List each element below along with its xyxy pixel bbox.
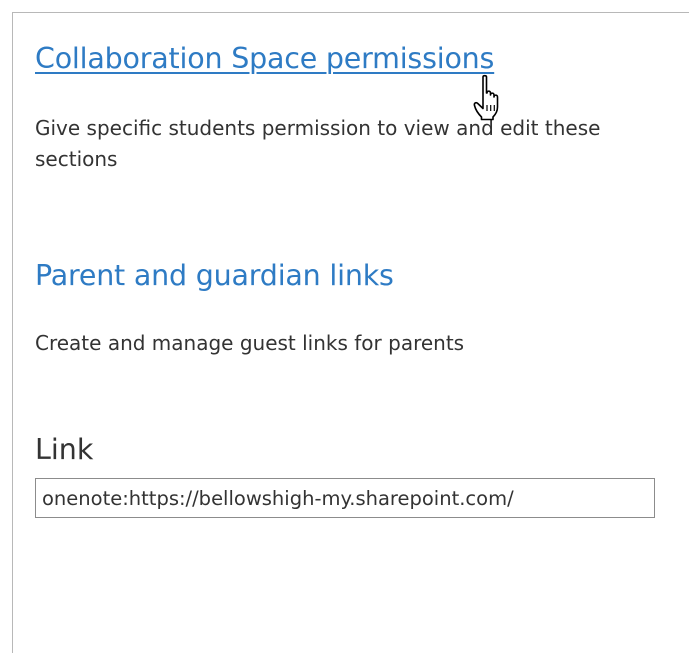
parent-guardian-links-link[interactable]: Parent and guardian links [35,261,394,291]
link-label: Link [35,433,94,466]
collaboration-space-permissions-description: Give specific students permission to vie… [35,116,601,171]
parent-guardian-links-description: Create and manage guest links for parent… [35,331,465,355]
link-url-input[interactable] [36,479,654,517]
hand-pointer-icon [473,74,499,121]
link-field[interactable] [35,478,655,518]
collaboration-space-permissions-link[interactable]: Collaboration Space permissions [35,44,494,74]
